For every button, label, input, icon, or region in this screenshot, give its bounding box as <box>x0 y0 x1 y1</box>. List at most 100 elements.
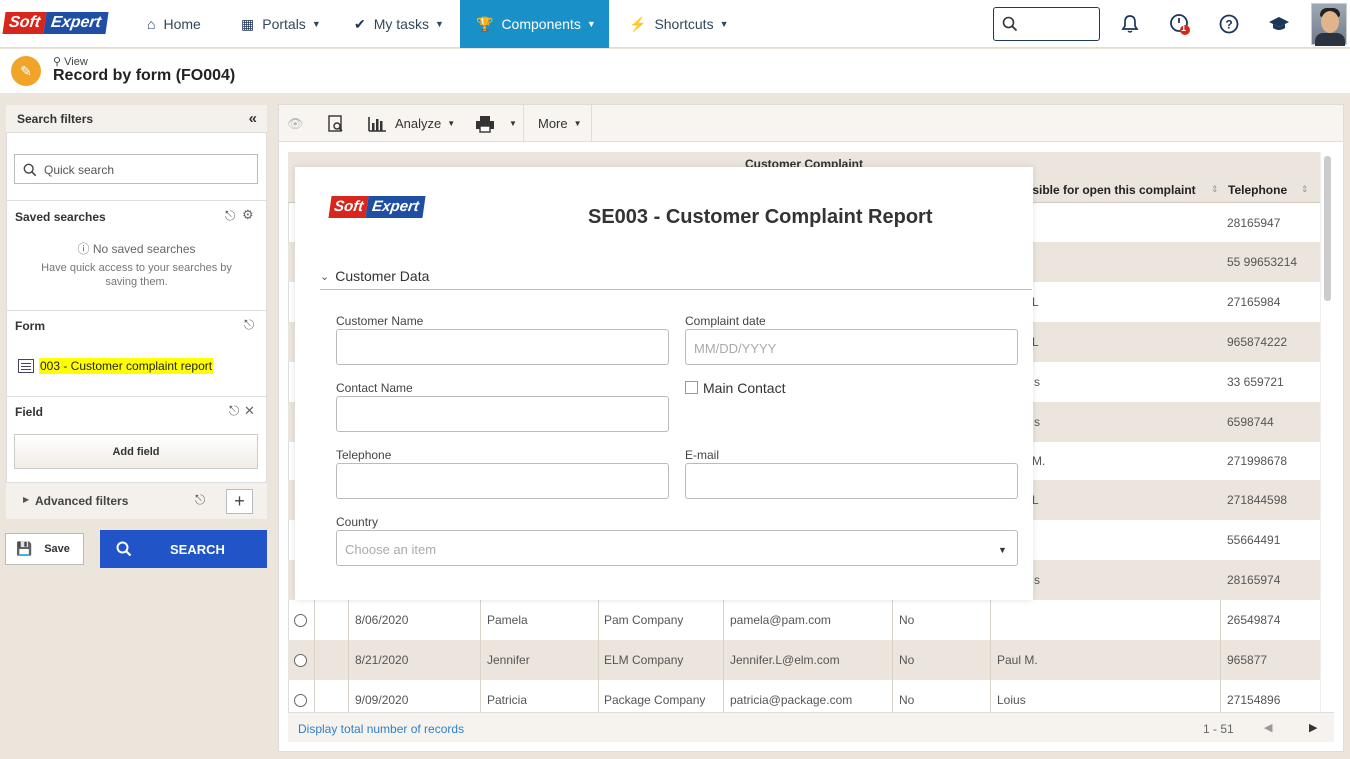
complaint-date-label: Complaint date <box>685 314 766 328</box>
caret-down-icon: ▼ <box>573 119 582 128</box>
country-select[interactable]: Choose an item <box>336 530 1018 566</box>
dashboard-notification-icon[interactable]: 1 <box>1168 12 1192 36</box>
caret-down-icon: ▼ <box>719 19 729 29</box>
telephone-field[interactable] <box>336 463 669 499</box>
display-total-records-link[interactable]: Display total number of records <box>298 722 464 736</box>
top-navigation-bar: Soft Expert ⌂ Home ▦ Portals ▼ ✔ My tasks… <box>0 0 1350 48</box>
selected-form-item[interactable]: 003 - Customer complaint report <box>18 358 214 374</box>
saved-searches-title: Saved searches <box>15 210 106 224</box>
add-field-button[interactable]: Add field <box>14 434 258 469</box>
svg-text:?: ? <box>1225 18 1232 32</box>
bar-chart-icon <box>368 116 386 132</box>
prev-page-icon[interactable]: ◀ <box>1264 721 1272 734</box>
caret-down-icon: ▼ <box>998 545 1007 555</box>
caret-down-icon: ▼ <box>311 19 321 29</box>
sort-icon[interactable]: ⇕ <box>1301 184 1309 195</box>
search-icon <box>116 541 132 557</box>
view-record-icon[interactable]: 👁 <box>287 105 304 142</box>
chevron-down-icon: ⌄ <box>320 270 330 283</box>
collapse-panel-icon[interactable]: « <box>249 110 257 127</box>
divider <box>6 396 267 397</box>
customer-data-section[interactable]: ⌄ Customer Data <box>320 268 429 284</box>
column-responsible[interactable]: nsible for open this complaint <box>1025 183 1196 197</box>
table-row[interactable]: 9/09/2020 Patricia Package Company patri… <box>288 680 1320 712</box>
record-range: 1 - 51 <box>1203 722 1234 736</box>
print-menu[interactable]: ▼ <box>475 105 517 142</box>
add-advanced-filter-button[interactable]: + <box>226 489 253 514</box>
search-button[interactable]: SEARCH <box>100 530 267 568</box>
close-icon[interactable]: ✕ <box>244 403 255 419</box>
section-divider <box>320 289 1032 290</box>
nav-my-tasks[interactable]: ✔ My tasks ▼ <box>354 0 444 48</box>
home-icon: ⌂ <box>147 16 156 32</box>
table-row[interactable]: 8/06/2020 Pamela Pam Company pamela@pam.… <box>288 600 1320 640</box>
column-telephone[interactable]: Telephone <box>1228 183 1287 197</box>
caret-down-icon: ▼ <box>509 119 517 128</box>
broom-icon[interactable]: ⎋ <box>195 492 205 508</box>
main-contact-checkbox[interactable] <box>685 381 698 394</box>
floppy-disk-icon: 💾 <box>16 541 33 556</box>
scrollbar-thumb[interactable] <box>1324 156 1331 301</box>
complaint-date-field[interactable]: MM/DD/YYYY <box>685 329 1018 365</box>
table-row[interactable]: 8/21/2020 Jennifer ELM Company Jennifer.… <box>288 640 1320 680</box>
email-label: E-mail <box>685 448 720 462</box>
row-select-radio[interactable] <box>294 654 307 667</box>
notification-count-badge: 1 <box>1181 23 1187 33</box>
contact-name-field[interactable] <box>336 396 669 432</box>
no-saved-searches-description: Have quick access to your searches by sa… <box>41 262 232 288</box>
grid-scrollbar[interactable] <box>1320 152 1334 712</box>
divider <box>6 310 267 311</box>
printer-icon <box>476 115 494 133</box>
caret-down-icon: ▼ <box>434 19 444 29</box>
user-avatar[interactable] <box>1311 3 1347 46</box>
document-search-icon[interactable] <box>327 105 345 142</box>
customer-name-field[interactable] <box>336 329 669 365</box>
search-filters-header: Search filters « <box>6 105 267 133</box>
broom-icon[interactable]: ⎋ <box>229 403 239 419</box>
save-search-button[interactable]: 💾 Save <box>5 533 84 565</box>
bell-icon[interactable] <box>1118 12 1142 36</box>
info-icon: ⓘ <box>77 242 90 256</box>
results-toolbar: 👁 Analyze ▼ ▼ More ▼ <box>279 105 1343 142</box>
form-section-title: Form <box>15 319 45 333</box>
more-menu[interactable]: More ▼ <box>538 105 582 142</box>
search-icon <box>23 163 37 177</box>
nav-components[interactable]: 🏆 Components ▼ <box>460 0 609 48</box>
sort-icon[interactable]: ⇕ <box>1211 184 1219 195</box>
telephone-label: Telephone <box>336 448 392 462</box>
grid-icon: ▦ <box>241 15 255 32</box>
caret-down-icon: ▼ <box>586 19 596 29</box>
gear-icon[interactable]: ⚙ <box>242 207 254 223</box>
next-page-icon[interactable]: ▶ <box>1309 721 1317 734</box>
analyze-menu[interactable]: Analyze ▼ <box>367 105 455 142</box>
trophy-icon: 🏆 <box>476 15 494 32</box>
global-search-input[interactable] <box>993 7 1100 41</box>
help-icon[interactable]: ? <box>1217 12 1241 36</box>
broom-icon[interactable]: ⎋ <box>225 208 235 224</box>
nav-shortcuts[interactable]: ⚡ Shortcuts ▼ <box>629 0 729 48</box>
row-select-radio[interactable] <box>294 694 307 707</box>
row-select-radio[interactable] <box>294 614 307 627</box>
nav-home[interactable]: ⌂ Home <box>147 0 201 48</box>
divider <box>6 200 267 201</box>
softexpert-logo[interactable]: Soft Expert <box>2 11 109 35</box>
broom-icon[interactable]: ⎋ <box>244 317 254 333</box>
email-field[interactable] <box>685 463 1018 499</box>
page-title: Record by form (FO004) <box>53 67 236 84</box>
caret-down-icon: ▼ <box>447 119 456 128</box>
grid-footer: Display total number of records 1 - 51 ◀… <box>288 712 1334 742</box>
contact-name-label: Contact Name <box>336 381 413 395</box>
check-icon: ✔ <box>354 15 366 32</box>
nav-portals[interactable]: ▦ Portals ▼ <box>241 0 321 48</box>
country-label: Country <box>336 515 379 529</box>
field-section-title: Field <box>15 405 44 419</box>
advanced-filters-header[interactable]: ▶ Advanced filters ⎋ + <box>6 482 267 519</box>
graduation-cap-icon[interactable] <box>1267 12 1291 36</box>
main-contact-label: Main Contact <box>703 380 786 396</box>
form-title: SE003 - Customer Complaint Report <box>588 206 933 228</box>
form-icon <box>18 359 34 373</box>
softexpert-logo: Soft Expert <box>328 196 426 218</box>
record-form-icon: ✎ <box>11 56 41 86</box>
no-saved-searches-message: ⓘ No saved searches <box>77 242 196 256</box>
quick-search-input[interactable]: Quick search <box>14 154 258 184</box>
